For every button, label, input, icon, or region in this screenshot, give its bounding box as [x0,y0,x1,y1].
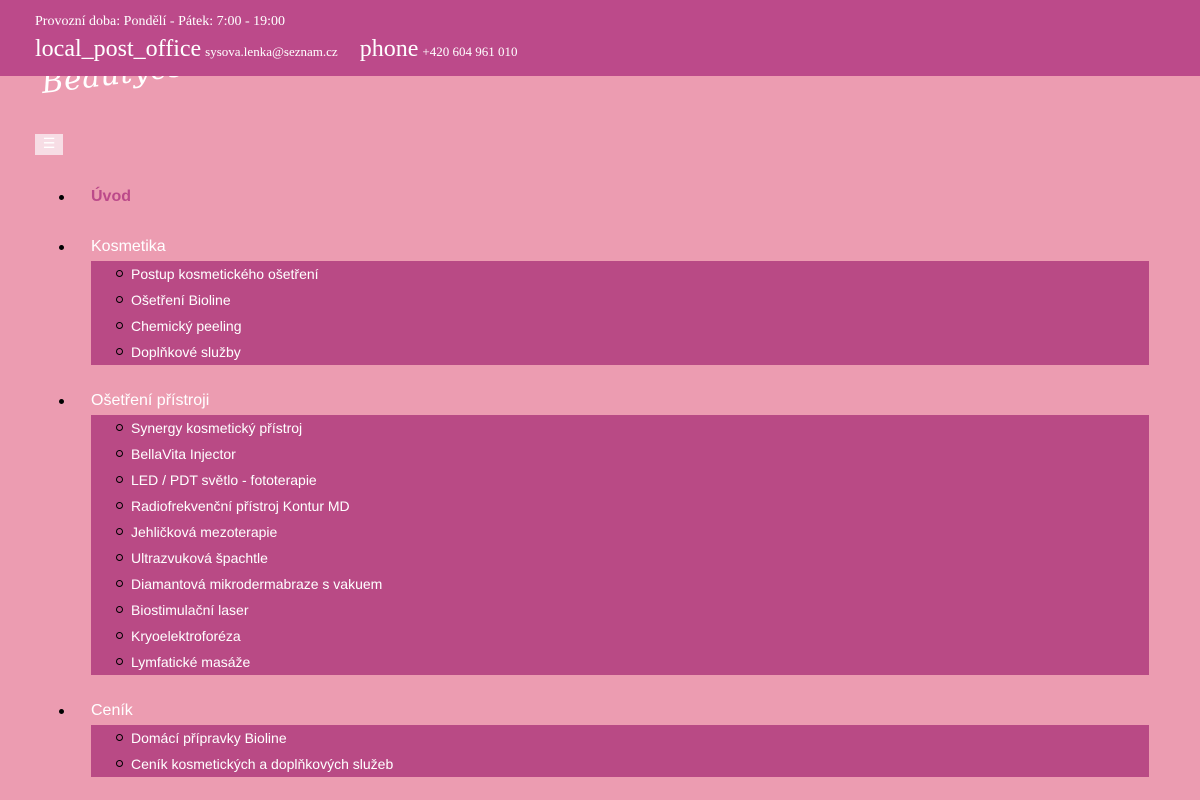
submenu-kosmetika: Postup kosmetického ošetření Ošetření Bi… [91,261,1149,365]
submenu-item[interactable]: Ošetření Bioline [91,287,1149,313]
submenu-cenik: Domácí přípravky Bioline Ceník kosmetick… [91,725,1149,777]
submenu-item[interactable]: Radiofrekvenční přístroj Kontur MD [91,493,1149,519]
nav-link-cenik[interactable]: Ceník [91,701,133,721]
submenu-item[interactable]: Ceník kosmetických a doplňkových služeb [91,751,1149,777]
submenu-item[interactable]: BellaVita Injector [91,441,1149,467]
email-icon: local_post_office [35,36,202,62]
list-bullet [59,245,64,250]
phone-link[interactable]: +420 604 961 010 [422,44,517,59]
contact-line: local_post_office sysova.lenka@seznam.cz… [35,34,517,67]
top-contact-bar: Provozní doba: Pondělí - Pátek: 7:00 - 1… [0,0,1200,76]
nav-link-uvod[interactable]: Úvod [91,187,131,207]
submenu-item[interactable]: Lymfatické masáže [91,649,1149,675]
submenu-item[interactable]: Kryoelektroforéza [91,623,1149,649]
submenu-item[interactable]: Synergy kosmetický přístroj [91,415,1149,441]
submenu-item[interactable]: Diamantová mikrodermabraze s vakuem [91,571,1149,597]
nav-link-pristroje[interactable]: Ošetření přístroji [91,391,209,411]
opening-hours: Provozní doba: Pondělí - Pátek: 7:00 - 1… [35,14,286,29]
list-bullet [59,195,64,200]
phone-icon: phone [359,36,419,62]
submenu-item[interactable]: Jehličková mezoterapie [91,519,1149,545]
submenu-item[interactable]: Domácí přípravky Bioline [91,725,1149,751]
submenu-item[interactable]: Doplňkové služby [91,339,1149,365]
menu-toggle-button[interactable]: ☰ [35,134,63,155]
submenu-pristroje: Synergy kosmetický přístroj BellaVita In… [91,415,1149,675]
list-bullet [59,399,64,404]
submenu-item[interactable]: Chemický peeling [91,313,1149,339]
list-bullet [59,709,64,714]
email-link[interactable]: sysova.lenka@seznam.cz [205,44,338,59]
submenu-item[interactable]: Postup kosmetického ošetření [91,261,1149,287]
submenu-item[interactable]: Ultrazvuková špachtle [91,545,1149,571]
submenu-item[interactable]: LED / PDT světlo - fototerapie [91,467,1149,493]
submenu-item[interactable]: Biostimulační laser [91,597,1149,623]
nav-link-kosmetika[interactable]: Kosmetika [91,237,166,257]
